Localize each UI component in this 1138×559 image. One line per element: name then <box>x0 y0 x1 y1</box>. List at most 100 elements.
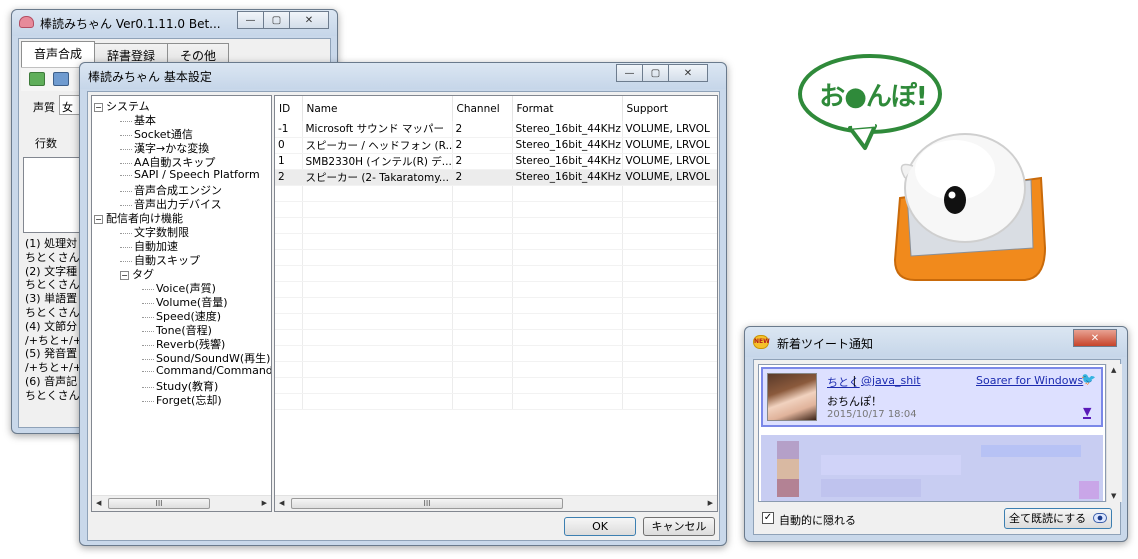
cell-id <box>275 313 303 330</box>
column-header-id[interactable]: ID <box>275 96 303 121</box>
table-row-empty[interactable] <box>275 281 717 298</box>
tree-connector <box>142 302 154 304</box>
cell-id: 2 <box>275 169 303 186</box>
log-line: ちとくさん <box>25 388 80 402</box>
avatar <box>767 373 817 421</box>
cell-format <box>512 329 623 346</box>
maximize-button[interactable]: ▢ <box>642 64 669 82</box>
blur-block <box>777 459 799 479</box>
cell-channel <box>452 233 513 250</box>
tree-item[interactable]: Command/CommandW <box>142 364 271 377</box>
scroll-down-arrow[interactable]: ▼ <box>1111 492 1116 500</box>
scroll-right-arrow[interactable]: ▶ <box>708 499 713 507</box>
scroll-thumb[interactable]: III <box>291 498 563 509</box>
cell-channel <box>452 297 513 314</box>
tree-item[interactable]: Forget(忘却) <box>142 392 222 408</box>
cell-support <box>622 201 717 218</box>
tree-collapse-icon[interactable]: − <box>94 214 103 224</box>
table-row-empty[interactable] <box>275 361 717 378</box>
minimize-button[interactable]: — <box>616 64 643 82</box>
minimize-button[interactable]: — <box>237 11 264 29</box>
tweet-handle[interactable]: @java_shit <box>861 374 921 387</box>
auto-hide-checkbox[interactable]: ✓ <box>762 512 774 524</box>
tree-collapse-icon[interactable]: − <box>94 102 103 112</box>
scroll-left-arrow[interactable]: ◀ <box>279 499 284 507</box>
table-row-empty[interactable] <box>275 393 717 410</box>
play-icon[interactable] <box>29 72 45 86</box>
tree-connector <box>142 330 154 332</box>
ok-button[interactable]: OK <box>564 517 636 536</box>
column-header-support[interactable]: Support <box>622 96 717 121</box>
cell-channel <box>452 249 513 266</box>
table-row[interactable]: -1 Microsoft サウンド マッパー 2 Stereo_16bit_44KHz… <box>275 121 717 138</box>
tree-scrollbar[interactable]: ◀ III ▶ <box>92 495 271 511</box>
table-row-empty[interactable] <box>275 313 717 330</box>
table-row[interactable]: 2 スピーカー (2- Takaratomy... 2 Stereo_16bit_44… <box>275 169 717 186</box>
cell-name <box>302 185 453 202</box>
tree-item[interactable]: SAPI / Speech Platform <box>120 168 260 181</box>
device-list[interactable]: ID Name Channel Format Support -1 Microso… <box>274 95 718 512</box>
table-row-empty[interactable] <box>275 217 717 234</box>
table-row-empty[interactable] <box>275 201 717 218</box>
tree-collapse-icon[interactable]: − <box>120 270 129 280</box>
table-row-empty[interactable] <box>275 249 717 266</box>
cell-support <box>622 249 717 266</box>
table-row-empty[interactable] <box>275 377 717 394</box>
tweet-client: ちとく | @java_shit Soarer for Windows 🐦 おち… <box>753 359 1122 535</box>
table-row-empty[interactable] <box>275 297 717 314</box>
log-lines: (1) 処理対 ちとくさんの (2) 文字種 ちとくさんの (3) 単語置 ちと… <box>25 237 85 427</box>
scroll-thumb[interactable]: III <box>108 498 210 509</box>
cell-channel: 2 <box>452 121 513 138</box>
main-window-titlebar[interactable]: 棒読みちゃん Ver0.1.11.0 Bet... — ▢ ✕ <box>12 10 337 36</box>
tree-connector <box>120 174 132 176</box>
cancel-button[interactable]: キャンセル <box>643 517 715 536</box>
blur-block <box>821 455 961 475</box>
mark-all-read-button[interactable]: 全て既読にする <box>1004 508 1112 529</box>
settings-tree[interactable]: − システム 基本 Socket通信 漢字→かな変換 AA自動スキップ SAPI / Spe… <box>91 95 272 512</box>
cell-name <box>302 297 453 314</box>
table-row-empty[interactable] <box>275 185 717 202</box>
tweet-separator: | <box>849 374 860 387</box>
cell-support: VOLUME, LRVOL <box>622 169 717 186</box>
table-header-row: ID Name Channel Format Support <box>275 96 717 121</box>
table-row-empty[interactable] <box>275 233 717 250</box>
bobo-app-icon <box>19 16 34 28</box>
close-button[interactable]: ✕ <box>1073 329 1117 347</box>
close-button[interactable]: ✕ <box>668 64 708 82</box>
cell-support <box>622 265 717 282</box>
cell-channel <box>452 313 513 330</box>
cell-id <box>275 217 303 234</box>
table-row[interactable]: 1 SMB2330H (インテル(R) デ... 2 Stereo_16bit_44K… <box>275 153 717 170</box>
cell-support <box>622 345 717 362</box>
play-next-icon[interactable] <box>53 72 69 86</box>
cell-name <box>302 233 453 250</box>
tweet-item[interactable]: ちとく | @java_shit Soarer for Windows 🐦 おち… <box>761 367 1103 427</box>
tree-item-label: Forget(忘却) <box>156 394 222 407</box>
scroll-left-arrow[interactable]: ◀ <box>96 499 101 507</box>
cell-format <box>512 281 623 298</box>
column-header-name[interactable]: Name <box>302 96 453 121</box>
tweet-window-titlebar[interactable]: NEW 新着ツイート通知 ✕ <box>745 327 1127 357</box>
table-row-empty[interactable] <box>275 345 717 362</box>
column-header-format[interactable]: Format <box>512 96 623 121</box>
table-row-empty[interactable] <box>275 329 717 346</box>
expand-triangle-icon[interactable]: ▼ <box>1083 406 1092 419</box>
cell-format <box>512 265 623 282</box>
maximize-button[interactable]: ▢ <box>263 11 290 29</box>
list-scrollbar[interactable]: ◀ III ▶ <box>275 495 717 511</box>
scroll-up-arrow[interactable]: ▲ <box>1111 366 1116 374</box>
table-row[interactable]: 0 スピーカー / ヘッドフォン (R... 2 Stereo_16bit_44KHz… <box>275 137 717 154</box>
close-button[interactable]: ✕ <box>289 11 329 29</box>
settings-window-titlebar[interactable]: 棒読みちゃん 基本設定 — ▢ ✕ <box>80 63 726 89</box>
tweet-client-link[interactable]: Soarer for Windows <box>976 374 1083 387</box>
tweet-scrollbar[interactable]: ▲ ▼ <box>1106 364 1122 502</box>
scroll-right-arrow[interactable]: ▶ <box>262 499 267 507</box>
cell-id <box>275 233 303 250</box>
column-header-channel[interactable]: Channel <box>452 96 513 121</box>
table-row-empty[interactable] <box>275 265 717 282</box>
auto-hide-label: 自動的に隠れる <box>779 514 856 527</box>
tweet-text: おちんぽ！ <box>827 395 882 408</box>
speech-bubble-text: お●んぽ! <box>819 82 928 112</box>
tree-connector <box>120 204 132 206</box>
log-text-area[interactable] <box>23 157 85 233</box>
